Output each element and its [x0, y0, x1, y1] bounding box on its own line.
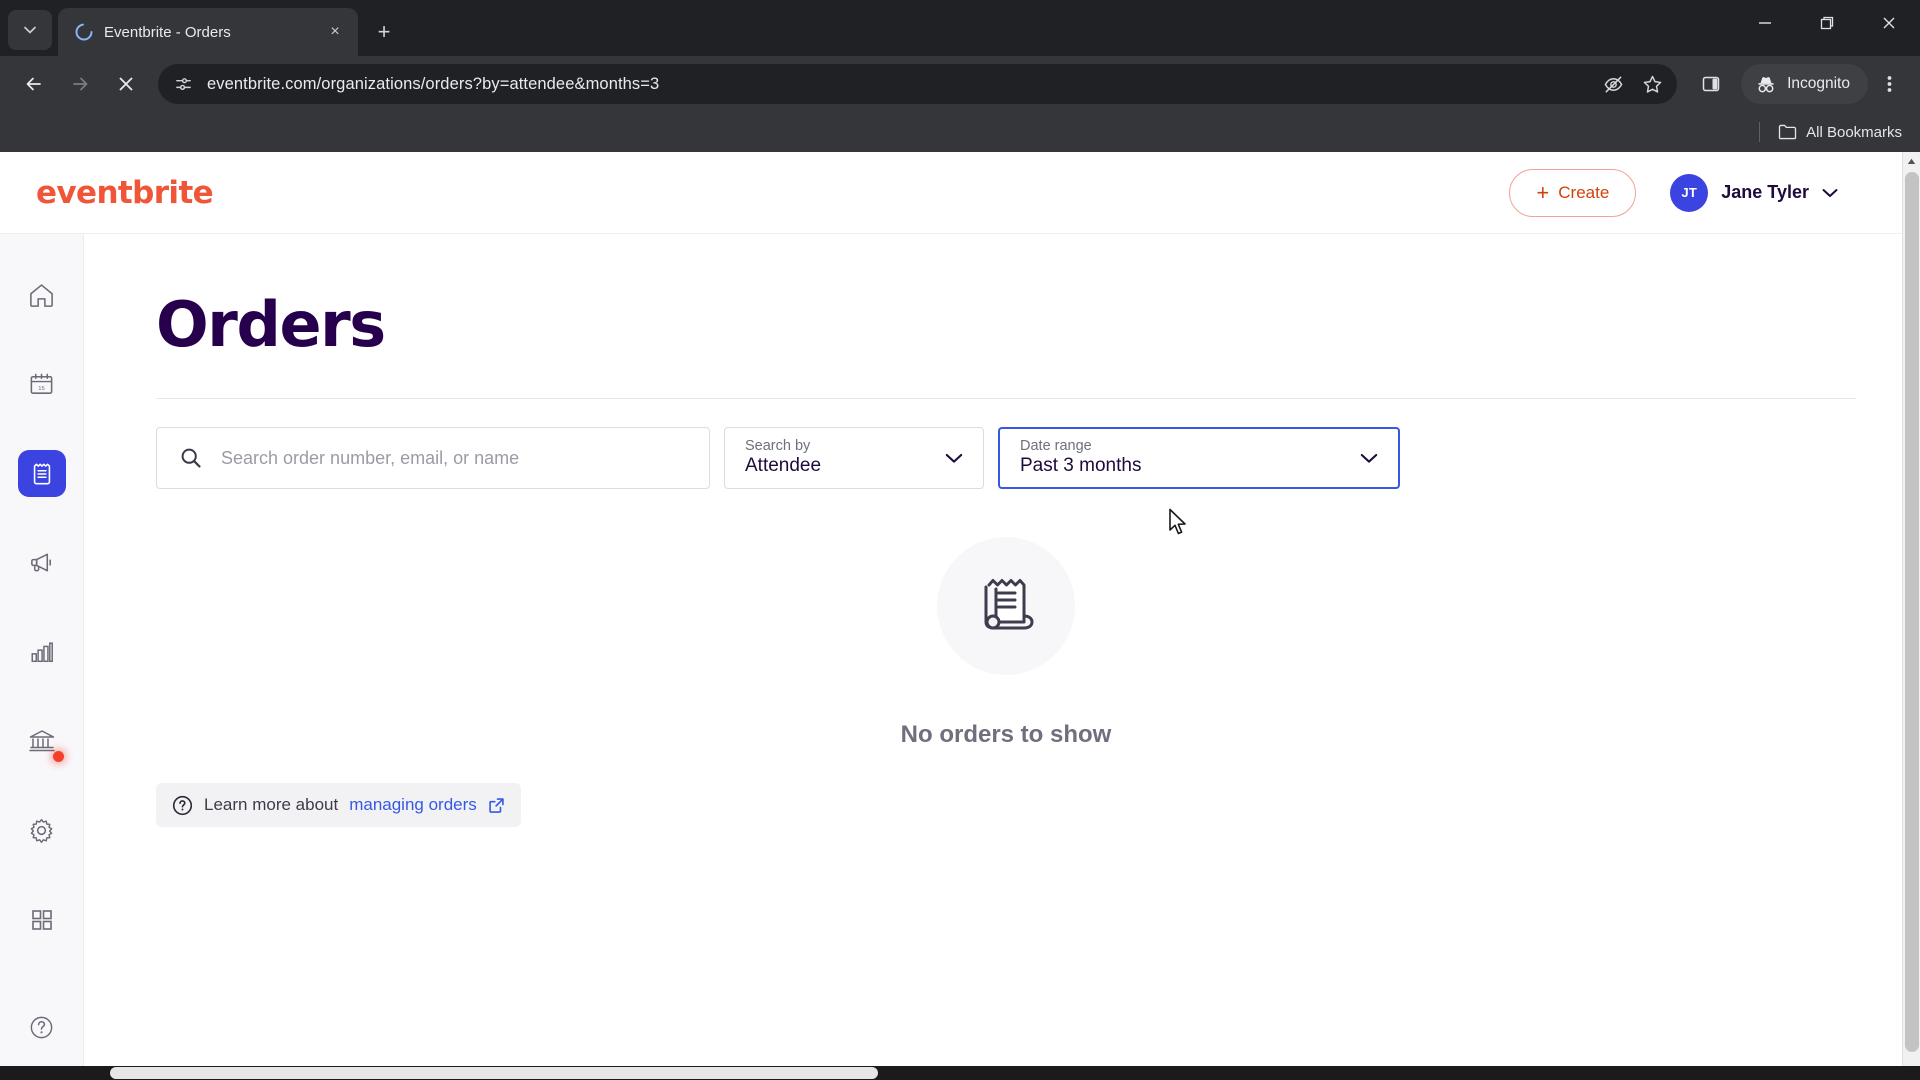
bank-icon	[28, 727, 56, 755]
scroll-up-arrow-icon[interactable]	[1903, 152, 1920, 170]
external-link-icon	[488, 797, 505, 814]
filter-row: Search order number, email, or name Sear…	[156, 427, 1860, 489]
chevron-down-icon	[1324, 453, 1378, 464]
star-icon[interactable]	[1642, 74, 1663, 95]
eventbrite-header: eventbrite + Create JT Jane Tyler	[0, 152, 1920, 234]
question-circle-icon	[28, 1014, 55, 1041]
date-range-select[interactable]: Date range Past 3 months	[998, 427, 1400, 489]
user-menu[interactable]: JT Jane Tyler	[1670, 173, 1838, 212]
sidebar-item-marketing[interactable]	[18, 539, 66, 586]
receipt-icon	[29, 461, 55, 487]
search-by-value: Attendee	[745, 455, 822, 477]
all-bookmarks-button[interactable]: All Bookmarks	[1778, 124, 1902, 141]
sidebar-item-apps[interactable]	[18, 896, 66, 944]
forward-icon[interactable]	[58, 62, 102, 106]
search-by-label: Search by	[745, 437, 811, 454]
incognito-label: Incognito	[1787, 75, 1850, 92]
question-circle-icon	[172, 795, 193, 816]
main-content: Orders Search order number, email, or na…	[84, 234, 1920, 1080]
gear-icon	[28, 817, 55, 844]
sidebar-bottom	[18, 896, 66, 1080]
megaphone-icon	[28, 549, 55, 576]
sidebar-item-settings[interactable]	[18, 807, 66, 854]
url-text: eventbrite.com/organizations/orders?by=a…	[207, 74, 660, 93]
date-range-label: Date range	[1020, 437, 1092, 454]
horizontal-scroll-thumb[interactable]	[110, 1067, 878, 1079]
eye-slash-icon[interactable]	[1603, 74, 1624, 95]
empty-state: No orders to show	[156, 537, 1856, 749]
chevron-down-icon	[909, 453, 963, 464]
svg-text:15: 15	[38, 386, 44, 392]
stop-loading-icon[interactable]	[104, 62, 148, 106]
new-tab-button[interactable]: +	[366, 14, 402, 50]
notification-badge	[52, 750, 64, 762]
bar-chart-icon	[29, 639, 55, 665]
left-sidebar: 15	[0, 234, 84, 1080]
close-window-icon[interactable]	[1858, 0, 1920, 46]
search-by-select[interactable]: Search by Attendee	[724, 427, 984, 489]
tab-search-button[interactable]	[8, 10, 52, 50]
receipt-scroll-icon	[967, 567, 1045, 645]
browser-tab[interactable]: Eventbrite - Orders ×	[58, 8, 358, 56]
eventbrite-logo[interactable]: eventbrite	[36, 175, 214, 211]
avatar: JT	[1670, 173, 1709, 212]
side-panel-icon[interactable]	[1689, 62, 1733, 106]
chevron-down-icon	[1822, 188, 1838, 198]
date-range-value: Past 3 months	[1020, 455, 1142, 477]
loading-spinner-icon	[74, 22, 94, 42]
empty-state-illustration	[937, 537, 1075, 675]
vertical-scrollbar[interactable]	[1902, 152, 1920, 1066]
horizontal-scrollbar[interactable]	[0, 1066, 1920, 1080]
sidebar-item-finance[interactable]	[18, 718, 66, 765]
close-icon[interactable]: ×	[322, 19, 348, 45]
browser-toolbar: eventbrite.com/organizations/orders?by=a…	[0, 56, 1920, 112]
all-bookmarks-label: All Bookmarks	[1806, 123, 1902, 141]
three-dot-menu-icon[interactable]	[1870, 62, 1908, 106]
search-placeholder: Search order number, email, or name	[221, 447, 520, 468]
home-icon	[28, 282, 55, 309]
incognito-hat-icon	[1755, 74, 1777, 94]
divider	[1759, 122, 1761, 142]
create-button[interactable]: + Create	[1509, 168, 1637, 217]
learn-more-prefix: Learn more about	[204, 795, 339, 814]
sidebar-item-home[interactable]	[18, 272, 66, 319]
content-inner: Orders Search order number, email, or na…	[84, 294, 1920, 827]
address-bar[interactable]: eventbrite.com/organizations/orders?by=a…	[158, 64, 1678, 104]
search-input[interactable]: Search order number, email, or name	[156, 427, 710, 489]
maximize-icon[interactable]	[1796, 0, 1858, 46]
search-by-inner: Search by Attendee	[745, 439, 821, 477]
page-body: 15 Orders Search order number, email, or…	[0, 234, 1920, 1080]
browser-window: Eventbrite - Orders × + eventbrite.com/o…	[0, 0, 1920, 1080]
sidebar-item-events[interactable]: 15	[18, 361, 66, 408]
title-divider	[156, 398, 1856, 399]
managing-orders-link[interactable]: managing orders	[349, 795, 477, 815]
bookmarks-bar: All Bookmarks	[0, 112, 1920, 152]
sidebar-item-orders[interactable]	[17, 450, 66, 498]
date-range-inner: Date range Past 3 months	[1020, 439, 1141, 477]
grid-apps-icon	[30, 908, 54, 932]
header-actions: + Create JT Jane Tyler	[1509, 168, 1880, 217]
window-controls	[1734, 0, 1920, 46]
minimize-icon[interactable]	[1734, 0, 1796, 46]
vertical-scroll-thumb[interactable]	[1905, 172, 1919, 1052]
search-icon	[179, 446, 203, 470]
page-title: Orders	[156, 288, 386, 361]
empty-state-message: No orders to show	[900, 721, 1112, 748]
page-settings-icon[interactable]	[174, 75, 193, 94]
sidebar-item-help[interactable]	[18, 1004, 66, 1052]
user-name: Jane Tyler	[1721, 182, 1809, 202]
sidebar-item-reports[interactable]	[18, 629, 66, 676]
tab-strip: Eventbrite - Orders × +	[0, 0, 1920, 56]
back-icon[interactable]	[12, 62, 56, 106]
create-label: Create	[1558, 182, 1610, 202]
learn-more-banner[interactable]: Learn more about managing orders	[156, 783, 521, 827]
folder-icon	[1778, 124, 1797, 140]
page-viewport: eventbrite + Create JT Jane Tyler 15 Ord…	[0, 152, 1920, 1080]
tab-title: Eventbrite - Orders	[104, 23, 231, 41]
plus-icon: +	[1536, 179, 1550, 205]
incognito-indicator[interactable]: Incognito	[1741, 64, 1868, 104]
calendar-icon: 15	[28, 371, 55, 398]
